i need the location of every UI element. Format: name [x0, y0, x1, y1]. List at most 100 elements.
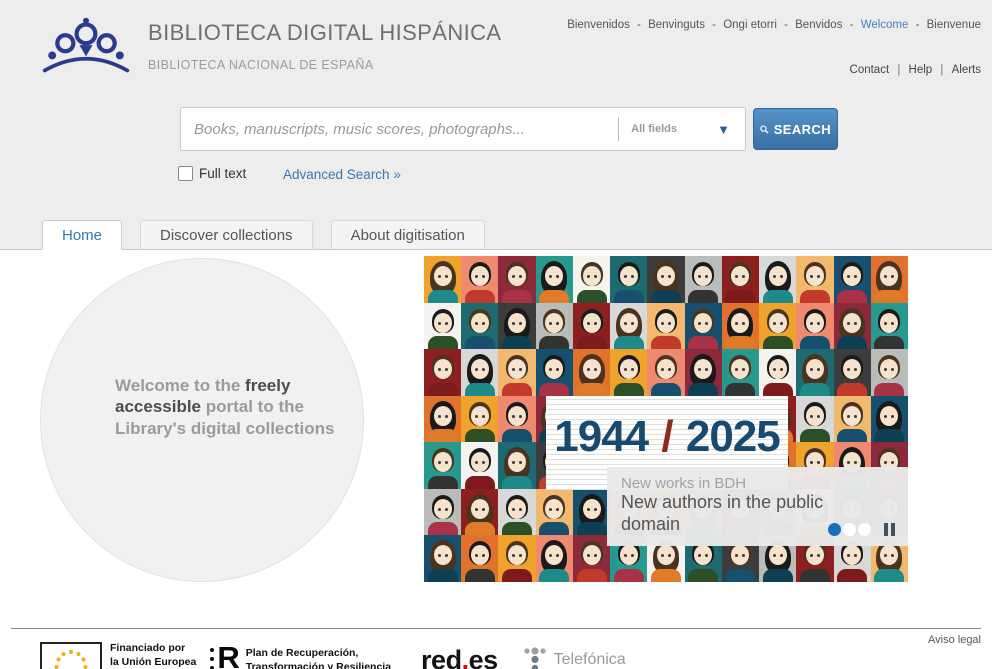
chevron-down-icon[interactable]: ▼	[717, 122, 730, 137]
mosaic-face-tile	[610, 349, 648, 396]
search-bar: All fields ▼ SEARCH	[180, 107, 838, 151]
mosaic-face-tile	[759, 302, 797, 350]
face-body	[688, 382, 719, 396]
language-link-benvinguts[interactable]: Benvinguts	[648, 19, 705, 31]
face-head	[433, 359, 452, 380]
field-selector[interactable]: All fields	[619, 123, 717, 135]
mosaic-face-tile	[424, 535, 462, 582]
face-head	[619, 266, 638, 286]
welcome-circle: Welcome to the freely accessible portal …	[40, 258, 364, 582]
face-head	[508, 312, 527, 333]
mosaic-face-tile	[424, 488, 462, 536]
mosaic-face-tile	[424, 395, 462, 443]
utility-link-help[interactable]: Help	[909, 64, 933, 76]
search-icon	[760, 124, 769, 134]
face-head	[805, 359, 824, 380]
face-head	[880, 312, 899, 333]
face-head	[880, 405, 899, 426]
main-content: Welcome to the freely accessible portal …	[0, 252, 992, 628]
face-body	[502, 475, 533, 489]
face-head	[508, 498, 527, 519]
face-body	[762, 569, 793, 582]
carousel-dot-2[interactable]	[843, 523, 856, 536]
advanced-search-link[interactable]: Advanced Search »	[283, 167, 401, 182]
face-head	[656, 359, 675, 380]
tab-home[interactable]: Home	[42, 220, 123, 250]
face-body	[762, 382, 793, 396]
face-body	[762, 289, 793, 303]
face-body	[502, 569, 533, 582]
mosaic-face-tile	[647, 256, 685, 303]
carousel-slide[interactable]: 1944 / 2025 New works in BDH New authors…	[424, 256, 908, 582]
utility-links: Contact | Help | Alerts	[850, 64, 981, 76]
face-body	[799, 289, 830, 303]
mosaic-face-tile	[870, 302, 908, 350]
face-body	[725, 382, 756, 396]
pause-button[interactable]	[881, 523, 895, 536]
face-head	[470, 266, 489, 286]
mosaic-face-tile	[647, 349, 685, 396]
mosaic-face-tile	[759, 349, 797, 396]
mosaic-face-tile	[833, 395, 871, 443]
face-body	[650, 336, 681, 350]
language-link-welcome[interactable]: Welcome	[861, 19, 909, 31]
face-head	[656, 266, 675, 286]
fulltext-option: Full text	[178, 166, 246, 181]
mosaic-face-tile	[498, 395, 536, 443]
mosaic-face-tile	[796, 256, 834, 303]
language-link-bienvenidos[interactable]: Bienvenidos	[567, 19, 630, 31]
telefonica-icon	[524, 647, 546, 669]
language-link-bienvenue[interactable]: Bienvenue	[927, 19, 981, 31]
face-body	[464, 569, 495, 582]
separator: -	[780, 19, 792, 31]
recovery-plan-logo: R	[210, 642, 240, 669]
language-link-benvidos[interactable]: Benvidos	[795, 19, 842, 31]
page-subtitle: BIBLIOTECA NACIONAL DE ESPAÑA	[148, 58, 374, 72]
mosaic-face-tile	[424, 442, 462, 489]
mosaic-face-tile	[498, 535, 536, 582]
telefonica-logo: Telefónica	[522, 646, 626, 669]
face-body	[539, 569, 570, 582]
face-body	[799, 569, 830, 582]
face-body	[837, 429, 868, 443]
face-body	[576, 569, 607, 582]
utility-link-alerts[interactable]: Alerts	[952, 64, 981, 76]
mosaic-face-tile	[498, 349, 536, 396]
search-button[interactable]: SEARCH	[753, 108, 838, 150]
mosaic-face-tile	[870, 395, 908, 443]
mosaic-face-tile	[535, 302, 573, 350]
face-head	[656, 312, 675, 333]
eu-flag-icon	[40, 642, 102, 669]
face-body	[874, 289, 905, 303]
mosaic-face-tile	[721, 256, 760, 303]
face-head	[768, 266, 787, 286]
tab-about-digitisation[interactable]: About digitisation	[330, 220, 485, 250]
mosaic-face-tile	[535, 488, 573, 536]
separator: -	[912, 19, 923, 31]
mosaic-face-tile	[610, 256, 648, 303]
search-input[interactable]	[181, 120, 619, 138]
bdh-homepage: BIBLIOTECA DIGITAL HISPÁNICA BIBLIOTECA …	[0, 0, 992, 669]
fulltext-checkbox[interactable]	[178, 166, 193, 181]
face-body	[502, 336, 533, 350]
footer: Aviso legal Financiado por la Unión Euro…	[11, 628, 981, 669]
utility-link-contact[interactable]: Contact	[850, 64, 890, 76]
face-body	[427, 569, 458, 582]
carousel-dot-1[interactable]	[828, 523, 841, 536]
mosaic-face-tile	[796, 395, 834, 443]
tab-discover-collections[interactable]: Discover collections	[140, 220, 313, 250]
recovery-plan-label: Plan de Recuperación, Transformación y R…	[245, 647, 392, 669]
language-link-ongi-etorri[interactable]: Ongi etorri	[723, 19, 777, 31]
mosaic-face-tile	[833, 256, 871, 303]
carousel-dot-3[interactable]	[858, 523, 871, 536]
face-body	[539, 382, 570, 396]
face-body	[576, 522, 607, 536]
mosaic-face-tile	[498, 488, 536, 536]
face-body	[650, 289, 681, 303]
face-head	[545, 312, 564, 333]
face-body	[464, 382, 495, 396]
mosaic-face-tile	[833, 349, 871, 396]
bne-crown-logo[interactable]	[38, 16, 134, 78]
page-title: BIBLIOTECA DIGITAL HISPÁNICA	[148, 20, 502, 45]
face-body	[837, 289, 868, 303]
